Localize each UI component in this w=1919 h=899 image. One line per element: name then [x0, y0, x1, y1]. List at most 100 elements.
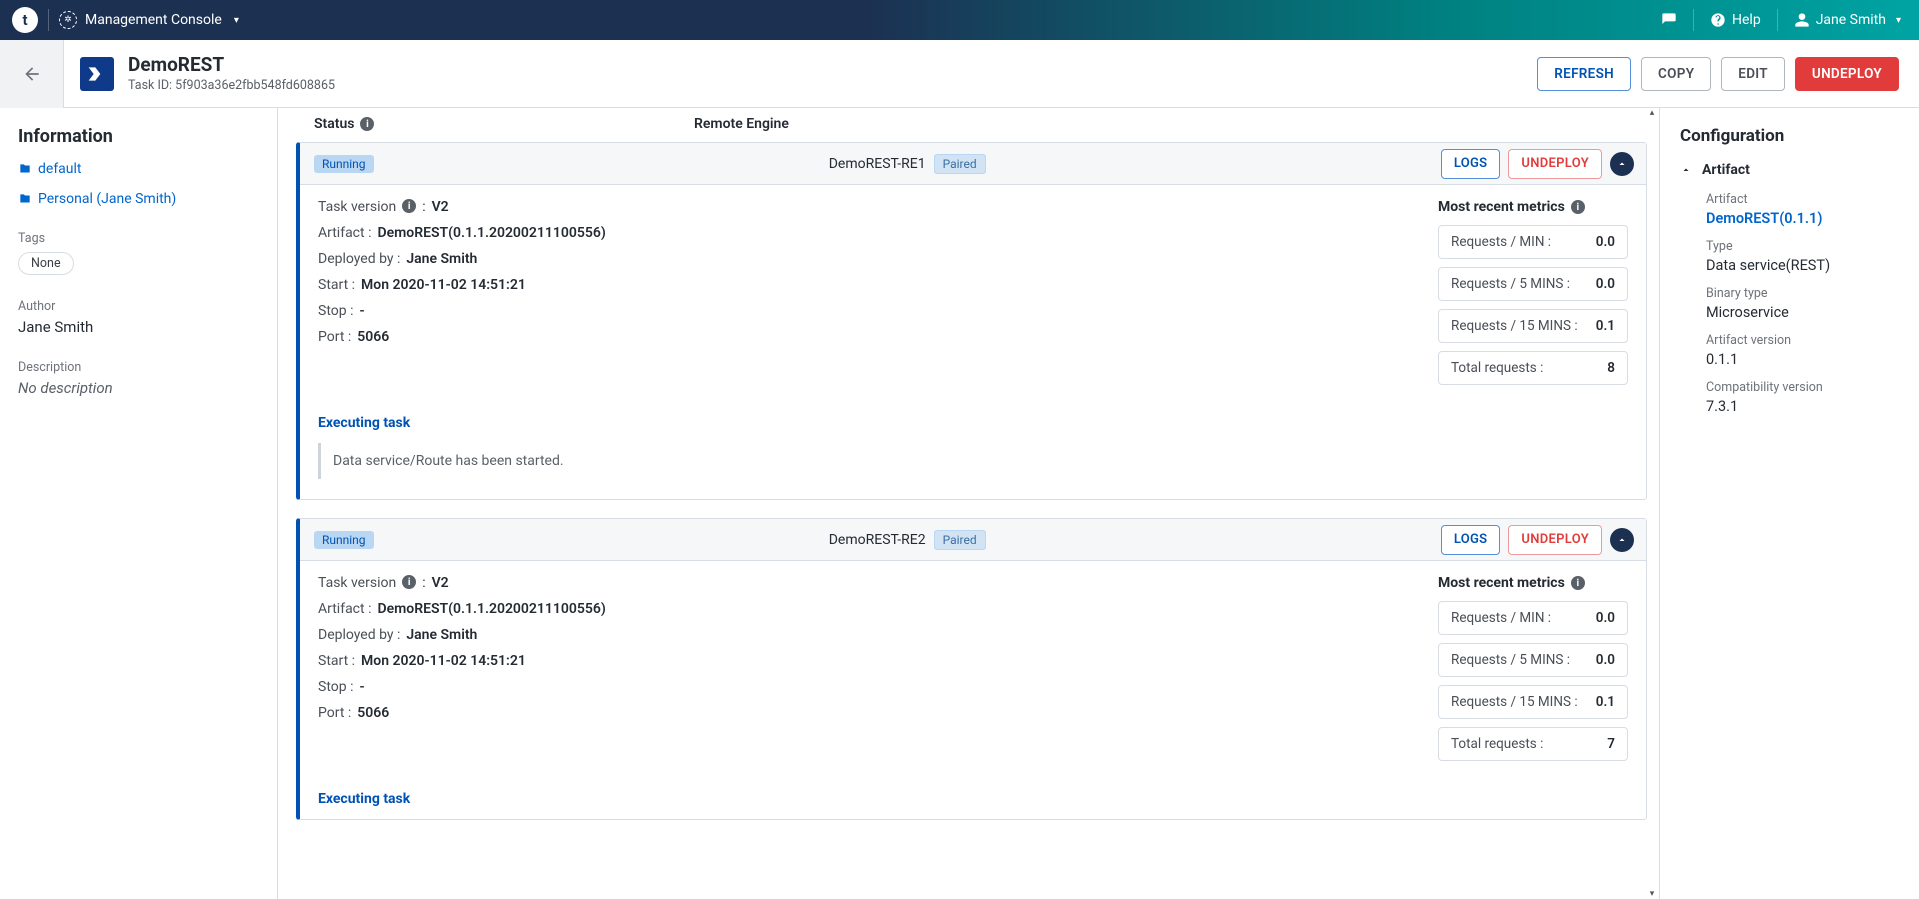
- main-content: ▴ Status i Remote Engine Running DemoRES…: [278, 108, 1659, 899]
- info-icon[interactable]: i: [402, 199, 416, 213]
- metric-label: Requests / 15 MINS :: [1451, 318, 1578, 334]
- metric-row: Requests / MIN : 0.0: [1438, 601, 1628, 635]
- help-icon: [1710, 12, 1726, 28]
- metric-row: Total requests :7: [1438, 727, 1628, 761]
- tags-label: Tags: [18, 231, 259, 246]
- artifact-label: Artifact: [1706, 192, 1899, 207]
- engine-card: Running DemoREST-RE2 Paired LOGS UNDEPLO…: [296, 518, 1647, 820]
- metric-value: 7: [1607, 736, 1615, 752]
- info-icon[interactable]: i: [1571, 576, 1585, 590]
- logs-button[interactable]: LOGS: [1441, 525, 1501, 555]
- metric-value: 0.1: [1596, 318, 1615, 334]
- metrics-title: Most recent metrics: [1438, 199, 1565, 215]
- sidebar-information: Information default Personal (Jane Smith…: [0, 108, 278, 899]
- metric-row: Requests / MIN :0.0: [1438, 225, 1628, 259]
- start-label: Start :: [318, 277, 355, 293]
- deployed-by-value: Jane Smith: [406, 251, 477, 267]
- task-type-icon: [80, 57, 114, 91]
- executing-task-title: Executing task: [318, 415, 1646, 431]
- author-value: Jane Smith: [18, 318, 259, 336]
- metric-label: Requests / 5 MINS :: [1451, 652, 1570, 668]
- stop-label: Stop :: [318, 303, 353, 319]
- metric-value: 8: [1607, 360, 1615, 376]
- engine-card: Running DemoREST-RE1 Paired LOGS UNDEPLO…: [296, 142, 1647, 500]
- compat-version-label: Compatibility version: [1706, 380, 1899, 395]
- artifact-section-toggle[interactable]: Artifact: [1680, 162, 1899, 178]
- edit-button[interactable]: EDIT: [1721, 57, 1785, 91]
- back-button[interactable]: [0, 40, 64, 108]
- metrics-title: Most recent metrics: [1438, 575, 1565, 591]
- chevron-up-icon: [1616, 158, 1628, 170]
- environment-default[interactable]: default: [18, 157, 259, 191]
- info-icon[interactable]: i: [402, 575, 416, 589]
- environment-personal[interactable]: Personal (Jane Smith): [18, 191, 259, 221]
- config-title: Configuration: [1680, 126, 1899, 146]
- metric-row: Total requests : 8: [1438, 351, 1628, 385]
- artifact-link[interactable]: DemoREST(0.1.1): [1706, 210, 1899, 227]
- port-value: 5066: [357, 705, 389, 721]
- type-value: Data service(REST): [1706, 257, 1899, 274]
- undeploy-button[interactable]: UNDEPLOY: [1795, 57, 1899, 91]
- task-id: Task ID: 5f903a36e2fbb548fd608865: [128, 78, 335, 93]
- arrow-left-icon: [22, 64, 42, 84]
- engine-undeploy-button[interactable]: UNDEPLOY: [1508, 525, 1602, 555]
- user-menu[interactable]: Jane Smith ▾: [1788, 12, 1907, 28]
- page-title: DemoREST: [128, 55, 335, 74]
- artifact-label: Artifact :: [318, 225, 371, 241]
- help-button[interactable]: Help: [1704, 12, 1767, 28]
- artifact-label: Artifact :: [318, 601, 371, 617]
- engine-undeploy-button[interactable]: UNDEPLOY: [1508, 149, 1602, 179]
- topbar: t ✲ Management Console ▾ Help Jane Smith…: [0, 0, 1919, 40]
- info-title: Information: [18, 126, 259, 147]
- scroll-up-icon[interactable]: ▴: [1647, 108, 1657, 118]
- metric-label: Requests / MIN :: [1451, 610, 1551, 626]
- artifact-value: DemoREST(0.1.1.20200211100556): [377, 225, 605, 241]
- engine-name: DemoREST-RE2: [829, 532, 926, 548]
- metric-row: Requests / 15 MINS : 0.1: [1438, 309, 1628, 343]
- metric-value: 0.0: [1596, 234, 1615, 250]
- apps-icon: ✲: [59, 11, 77, 29]
- status-badge: Running: [314, 531, 374, 549]
- configuration-panel: Configuration Artifact Artifact DemoREST…: [1659, 108, 1919, 899]
- logs-button[interactable]: LOGS: [1441, 149, 1501, 179]
- metric-value: 0.0: [1596, 610, 1615, 626]
- folder-icon: [18, 192, 32, 206]
- collapse-toggle[interactable]: [1610, 528, 1634, 552]
- stop-value: -: [359, 303, 364, 319]
- status-col-header: Status: [314, 116, 354, 132]
- feedback-button[interactable]: [1655, 12, 1683, 28]
- scroll-down-icon[interactable]: ▾: [1647, 889, 1657, 899]
- deployed-by-label: Deployed by :: [318, 251, 400, 267]
- compat-version-value: 7.3.1: [1706, 398, 1899, 415]
- port-label: Port :: [318, 329, 351, 345]
- chevron-down-icon: ▾: [234, 15, 239, 26]
- chevron-up-icon: [1616, 534, 1628, 546]
- artifact-value: DemoREST(0.1.1.20200211100556): [377, 601, 605, 617]
- metric-label: Requests / 5 MINS :: [1451, 276, 1570, 292]
- metric-label: Total requests :: [1451, 360, 1543, 376]
- metric-row: Requests / 5 MINS :0.0: [1438, 643, 1628, 677]
- copy-button[interactable]: COPY: [1641, 57, 1711, 91]
- divider: [48, 9, 49, 31]
- metric-label: Requests / 15 MINS :: [1451, 694, 1578, 710]
- console-switcher[interactable]: ✲ Management Console ▾: [59, 11, 239, 29]
- artifact-version-value: 0.1.1: [1706, 351, 1899, 368]
- info-icon[interactable]: i: [360, 117, 374, 131]
- author-label: Author: [18, 299, 259, 314]
- refresh-button[interactable]: REFRESH: [1537, 57, 1631, 91]
- collapse-toggle[interactable]: [1610, 152, 1634, 176]
- brand-logo[interactable]: t: [12, 7, 38, 33]
- executing-task-title: Executing task: [318, 791, 1646, 807]
- info-icon[interactable]: i: [1571, 200, 1585, 214]
- deployed-by-value: Jane Smith: [406, 627, 477, 643]
- type-label: Type: [1706, 239, 1899, 254]
- divider: [1777, 9, 1778, 31]
- metric-value: 0.0: [1596, 276, 1615, 292]
- description-value: No description: [18, 379, 259, 397]
- start-label: Start :: [318, 653, 355, 669]
- artifact-version-label: Artifact version: [1706, 333, 1899, 348]
- executing-task-message: Data service/Route has been started.: [318, 443, 1628, 479]
- status-badge: Running: [314, 155, 374, 173]
- help-label: Help: [1732, 12, 1761, 28]
- metric-value: 0.1: [1596, 694, 1615, 710]
